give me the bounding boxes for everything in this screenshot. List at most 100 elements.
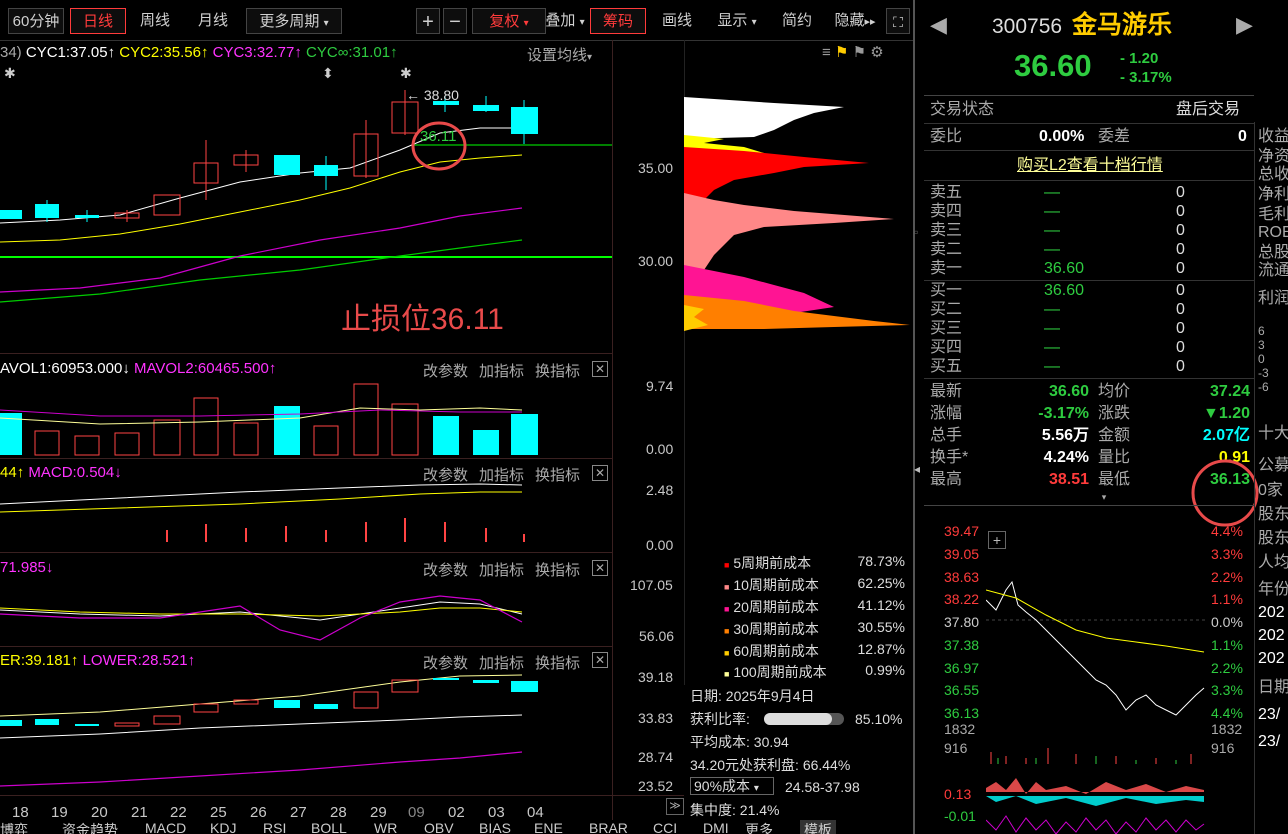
intraday-axis-pct: 4.4%: [1211, 523, 1243, 539]
period-month-button[interactable]: 月线: [190, 8, 236, 34]
date-label: 04: [527, 804, 544, 821]
panel-toggle-icon[interactable]: ▫: [914, 225, 918, 239]
edit-params-button[interactable]: 改参数: [423, 360, 468, 381]
cost-range-select[interactable]: 90%成本 ▾: [690, 777, 774, 795]
switch-indicator-button[interactable]: 换指标: [535, 559, 580, 580]
buy-level-price: —: [1044, 320, 1060, 337]
side-label: 202: [1258, 604, 1285, 621]
tab-brar[interactable]: BRAR: [589, 820, 628, 834]
macd-legend: 44↑ MACD:0.504↓: [0, 465, 122, 480]
tab-template[interactable]: 模板: [800, 820, 836, 834]
intraday-axis-pct: 3.3%: [1211, 682, 1243, 698]
candle: [153, 194, 181, 216]
intraday-volume: [997, 756, 1177, 764]
volume-bar: [313, 425, 339, 456]
chip-legend-item: ■ 5周期前成本: [724, 555, 812, 571]
simple-button[interactable]: 简约: [774, 8, 820, 34]
tab-kdj[interactable]: KDJ: [210, 820, 236, 834]
hide-button[interactable]: 隐藏▸▸: [826, 8, 884, 34]
add-indicator-button[interactable]: 加指标: [479, 360, 524, 381]
tab-boll[interactable]: BOLL: [311, 820, 347, 834]
gear-icon[interactable]: ⚙: [870, 44, 883, 61]
tab-dmi[interactable]: DMI: [703, 820, 729, 834]
down-arrow-icon: ↓: [122, 360, 130, 377]
tab-boyi[interactable]: 博弈: [0, 820, 28, 834]
close-icon[interactable]: ✕: [592, 652, 608, 668]
edit-params-button[interactable]: 改参数: [423, 652, 468, 673]
more-period-dropdown[interactable]: 更多周期 ▾: [246, 8, 342, 34]
stat-value: 38.51: [1048, 471, 1089, 488]
close-icon[interactable]: ✕: [592, 361, 608, 377]
macd-bars: [166, 518, 525, 542]
buy-l2-link[interactable]: 购买L2查看十档行情: [1017, 157, 1163, 175]
up-arrow-icon: ↑: [390, 44, 398, 61]
close-icon[interactable]: ✕: [592, 465, 608, 481]
cost-range-value: 90%成本: [694, 778, 751, 794]
tab-fund-trend[interactable]: 资金趋势: [62, 820, 118, 834]
list-icon[interactable]: ≡: [822, 44, 831, 61]
price-axis-label: 35.00: [638, 160, 674, 176]
switch-indicator-button[interactable]: 换指标: [535, 464, 580, 485]
period-day-button[interactable]: 日线: [70, 8, 126, 34]
flag-icon[interactable]: ⚑: [835, 44, 848, 61]
intraday-axis-label: 36.97: [944, 660, 980, 676]
date-label: 18: [12, 804, 29, 821]
draw-line-button[interactable]: 画线: [654, 8, 700, 34]
sell-level-label: 卖二: [930, 241, 963, 258]
chip-button[interactable]: 筹码: [590, 8, 646, 34]
tab-obv[interactable]: OBV: [424, 820, 454, 834]
tab-wr[interactable]: WR: [374, 820, 397, 834]
intraday-axis-pct: 916: [1211, 740, 1235, 756]
collapse-icon[interactable]: ▾: [1084, 493, 1124, 502]
axis-divider: [612, 40, 613, 820]
zoom-in-button[interactable]: +: [416, 8, 440, 34]
zoom-out-button[interactable]: −: [443, 8, 467, 34]
side-label: -6: [1258, 380, 1269, 394]
period-week-button[interactable]: 周线: [132, 8, 178, 34]
macd-axis-label: 2.48: [646, 482, 674, 498]
intraday-axis-label: -0.01: [944, 808, 976, 824]
fullscreen-icon[interactable]: ⛶: [886, 8, 910, 34]
side-label: 总股: [1258, 244, 1288, 261]
mavol2-value: MAVOL2:60465.500: [134, 360, 269, 377]
pin-icon[interactable]: ⚑: [853, 44, 866, 61]
switch-indicator-button[interactable]: 换指标: [535, 652, 580, 673]
stat-label: 涨幅: [930, 405, 963, 422]
display-dropdown[interactable]: 显示 ▾: [708, 8, 766, 34]
boll-axis-label: 28.74: [638, 749, 674, 765]
edit-params-button[interactable]: 改参数: [423, 559, 468, 580]
sell-level-volume: 0: [1176, 260, 1185, 277]
tab-rsi[interactable]: RSI: [263, 820, 286, 834]
add-indicator-button[interactable]: 加指标: [479, 559, 524, 580]
divider: [924, 123, 1254, 124]
prev-stock-icon[interactable]: ◀: [930, 12, 947, 38]
close-icon[interactable]: ✕: [592, 560, 608, 576]
sell-level-volume: 0: [1176, 203, 1185, 220]
add-indicator-button[interactable]: 加指标: [479, 652, 524, 673]
stat-label: 最低: [1098, 471, 1131, 488]
overlay-dropdown[interactable]: 叠加 ▾: [532, 8, 598, 34]
side-label: 23/: [1258, 706, 1281, 723]
edit-params-button[interactable]: 改参数: [423, 464, 468, 485]
divider: [924, 95, 1254, 96]
chip-legend-pct: 12.87%: [857, 641, 905, 657]
tab-ene[interactable]: ENE: [534, 820, 563, 834]
price-change-pct: - 3.17%: [1120, 69, 1172, 86]
period-60min-button[interactable]: 60分钟: [8, 8, 64, 34]
divider: [924, 150, 1254, 151]
tab-bias[interactable]: BIAS: [479, 820, 511, 834]
legend-dot-icon: ■: [724, 669, 730, 679]
avg-cost: 平均成本: 30.94: [690, 734, 789, 750]
panel-toggle-icon[interactable]: ◂: [914, 462, 920, 476]
avg-line: [986, 589, 1205, 653]
scroll-right-icon[interactable]: ≫: [666, 798, 684, 815]
next-stock-icon[interactable]: ▶: [1236, 12, 1253, 38]
add-indicator-button[interactable]: 加指标: [479, 464, 524, 485]
tab-more[interactable]: 更多: [745, 820, 773, 834]
switch-indicator-button[interactable]: 换指标: [535, 360, 580, 381]
d-line: [0, 607, 523, 617]
tab-macd[interactable]: MACD: [145, 820, 186, 834]
sell-level-label: 卖五: [930, 184, 963, 201]
tab-cci[interactable]: CCI: [653, 820, 677, 834]
side-label: 毛利: [1258, 206, 1288, 223]
